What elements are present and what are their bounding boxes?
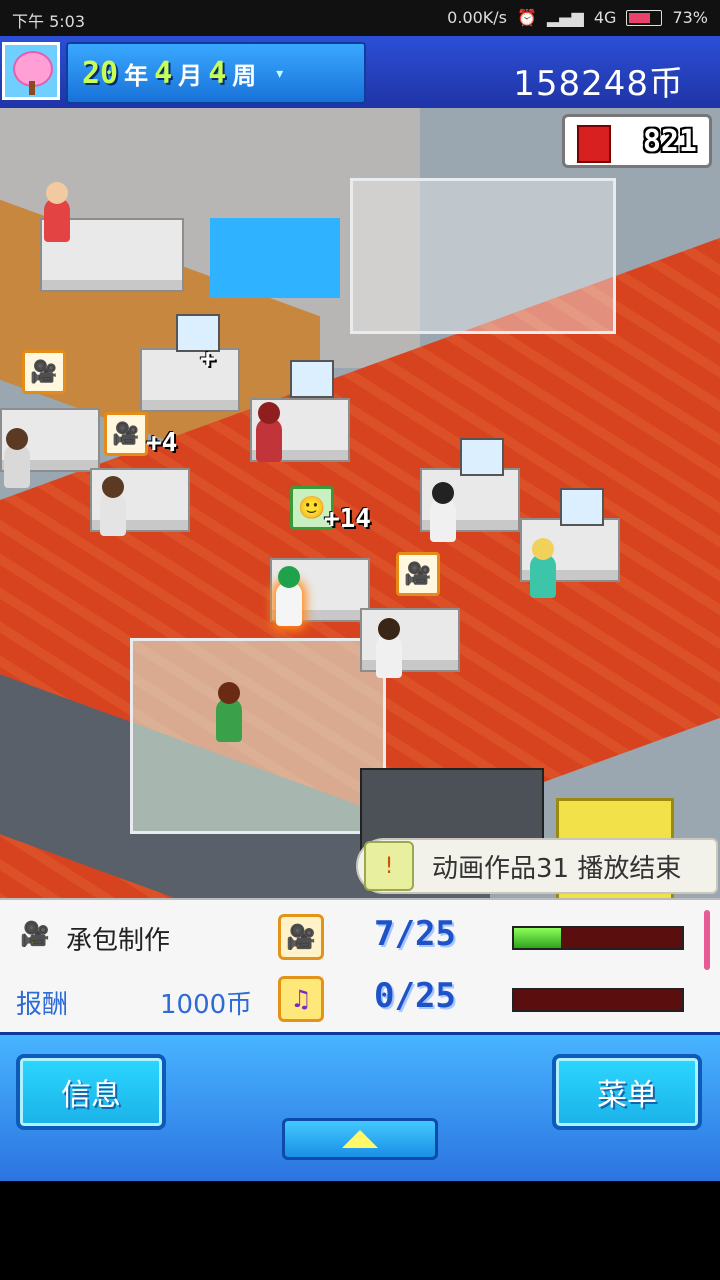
studio-world-view[interactable]: 🎥 🎥 +4 🙂 +14 + 🎥 ‿ bbox=[0, 108, 720, 898]
film-progress-bar bbox=[512, 926, 684, 950]
network-type: 4G bbox=[593, 8, 617, 27]
work-desk[interactable] bbox=[140, 348, 240, 412]
film-camera-icon[interactable]: 🎥 bbox=[396, 552, 440, 596]
staff-member-glowing[interactable] bbox=[276, 566, 302, 626]
staff-member[interactable] bbox=[430, 482, 456, 542]
film-camera-icon[interactable]: 🎥 bbox=[104, 412, 148, 456]
film-progress-text: 7/25 bbox=[374, 914, 456, 954]
reward-row: 报酬 1000币 ♫ 0/25 bbox=[0, 966, 720, 1030]
staff-member[interactable] bbox=[4, 428, 30, 488]
job-row: 🎥 承包制作 🎥 7/25 bbox=[0, 904, 720, 968]
monitor bbox=[560, 488, 604, 526]
chevron-down-icon[interactable]: ▾ bbox=[274, 63, 285, 84]
staff-member[interactable] bbox=[530, 538, 556, 598]
up-arrow-icon bbox=[342, 1130, 378, 1148]
film-camera-icon[interactable]: 🎥 bbox=[22, 350, 66, 394]
film-camera-icon: 🎥 bbox=[20, 920, 50, 948]
ticket-counter-icon bbox=[577, 125, 611, 163]
monitor bbox=[460, 438, 504, 476]
month-unit: 月 bbox=[178, 61, 203, 90]
month-value: 4 bbox=[154, 55, 173, 91]
points-popup: +14 bbox=[324, 504, 371, 534]
music-progress-text: 0/25 bbox=[374, 976, 456, 1016]
staff-member[interactable] bbox=[100, 476, 126, 536]
receptionist[interactable] bbox=[44, 182, 70, 242]
broadcast-notice[interactable]: ! 动画作品31 播放结束 bbox=[356, 838, 718, 894]
signal-icon: ▂▄▆ bbox=[546, 8, 584, 27]
notice-text: 动画作品31 播放结束 bbox=[432, 853, 682, 884]
blue-room bbox=[210, 218, 340, 298]
reward-label: 报酬 bbox=[16, 990, 69, 1020]
points-popup: +4 bbox=[146, 428, 178, 458]
job-title: 承包制作 bbox=[66, 926, 171, 956]
staff-member[interactable] bbox=[256, 402, 282, 462]
expand-button[interactable] bbox=[282, 1118, 438, 1160]
music-note-icon: ♫ bbox=[278, 976, 324, 1022]
alarm-icon: ⏰ bbox=[517, 8, 537, 27]
points-popup: + bbox=[200, 344, 216, 374]
battery-icon bbox=[626, 9, 663, 26]
date-display[interactable]: 20 年 4 月 4 周 ▾ bbox=[66, 42, 366, 104]
film-camera-icon: 🎥 bbox=[278, 914, 324, 960]
week-unit: 周 bbox=[232, 61, 257, 90]
panel-scrollbar[interactable] bbox=[704, 910, 710, 970]
staff-member[interactable] bbox=[376, 618, 402, 678]
info-button[interactable]: 信息 bbox=[16, 1054, 166, 1130]
monitor bbox=[290, 360, 334, 398]
week-value: 4 bbox=[208, 55, 227, 91]
year-unit: 年 bbox=[124, 61, 149, 90]
meeting-room[interactable] bbox=[130, 638, 386, 834]
menu-button[interactable]: 菜单 bbox=[552, 1054, 702, 1130]
network-speed: 0.00K/s bbox=[447, 8, 508, 27]
contract-panel[interactable]: 🎥 承包制作 🎥 7/25 报酬 1000币 ♫ 0/25 bbox=[0, 898, 720, 1034]
money-display: 158248币 bbox=[513, 64, 684, 104]
year-value: 20 bbox=[82, 55, 119, 91]
music-progress-bar bbox=[512, 988, 684, 1012]
staff-member-meeting[interactable] bbox=[216, 682, 242, 742]
reward-value: 1000币 bbox=[160, 990, 253, 1020]
status-time: 下午 5:03 bbox=[12, 12, 86, 31]
work-desk[interactable] bbox=[360, 608, 460, 672]
sakura-tree-icon[interactable] bbox=[2, 42, 60, 100]
trophy-icon: ! bbox=[364, 841, 414, 891]
glass-office[interactable] bbox=[350, 178, 616, 334]
system-status-bar: 下午 5:03 0.00K/s ⏰ ▂▄▆ 4G 73% bbox=[0, 0, 720, 36]
ticket-counter[interactable]: 821 bbox=[562, 114, 712, 168]
counter-value: 821 bbox=[642, 123, 697, 159]
battery-percent: 73% bbox=[672, 8, 708, 27]
status-right: 0.00K/s ⏰ ▂▄▆ 4G 73% bbox=[447, 8, 708, 27]
